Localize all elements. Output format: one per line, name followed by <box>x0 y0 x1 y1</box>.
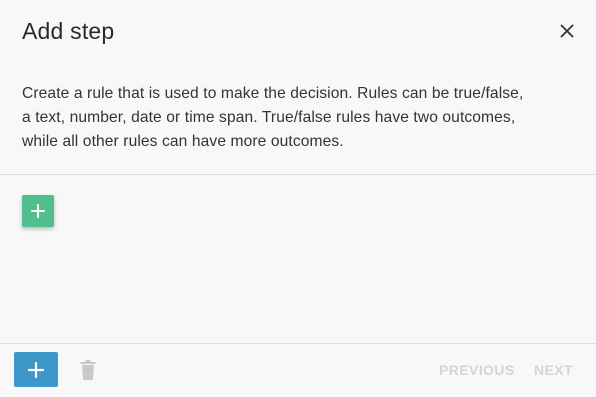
close-icon <box>560 24 574 38</box>
delete-button[interactable] <box>78 359 98 381</box>
trash-icon <box>80 360 96 380</box>
next-button[interactable]: NEXT <box>534 362 573 378</box>
footer-divider <box>0 343 596 344</box>
dialog-title: Add step <box>22 18 115 44</box>
dialog-description: Create a rule that is used to make the d… <box>22 82 582 154</box>
divider <box>0 174 596 175</box>
description-line: while all other rules can have more outc… <box>22 133 344 150</box>
close-button[interactable] <box>556 20 578 42</box>
add-step-button[interactable] <box>14 352 58 387</box>
plus-icon <box>31 204 45 218</box>
description-line: a text, number, date or time span. True/… <box>22 109 516 126</box>
plus-icon <box>28 361 44 378</box>
add-rule-button[interactable] <box>22 195 54 227</box>
previous-button[interactable]: PREVIOUS <box>439 362 515 378</box>
add-step-dialog: Add step Create a rule that is used to m… <box>0 0 596 397</box>
description-line: Create a rule that is used to make the d… <box>22 85 524 102</box>
